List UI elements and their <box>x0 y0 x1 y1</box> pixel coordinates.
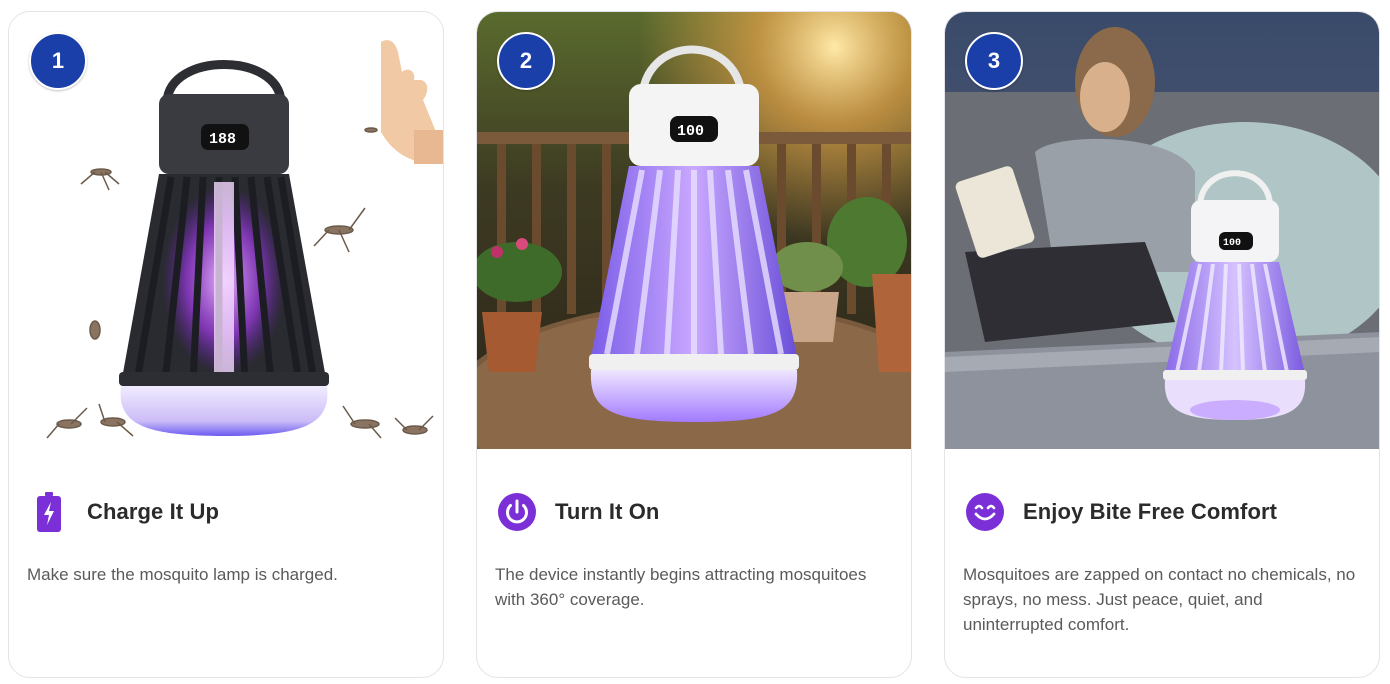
step-title: Charge It Up <box>87 499 219 524</box>
steps-row: 188 1 Charge It Up Make sure the mosquit… <box>0 0 1390 684</box>
step-2-title-row: Turn It On <box>497 490 659 534</box>
lamp-display-readout: 188 <box>209 131 236 148</box>
step-card-1: 188 1 Charge It Up Make sure the mosquit… <box>8 11 444 678</box>
step-description: Make sure the mosquito lamp is charged. <box>27 565 338 584</box>
step-title: Turn It On <box>555 499 660 524</box>
step-description: Mosquitoes are zapped on contact no chem… <box>963 565 1356 634</box>
step-title: Enjoy Bite Free Comfort <box>1023 499 1278 524</box>
power-icon <box>497 490 537 534</box>
step-1-title-row: Charge It Up <box>29 490 219 534</box>
step-description: The device instantly begins attracting m… <box>495 565 867 609</box>
step-number-badge: 2 <box>497 32 555 90</box>
lamp-display-readout: 100 <box>677 123 704 140</box>
step-card-2: 100 2 Turn It On The device instantly be… <box>476 11 912 678</box>
step-number-badge: 1 <box>29 32 87 90</box>
step-3-title-row: Enjoy Bite Free Comfort <box>965 490 1277 534</box>
step-number-badge: 3 <box>965 32 1023 90</box>
battery-charging-icon <box>29 490 69 534</box>
lamp-display-readout: 100 <box>1223 238 1241 249</box>
step-card-3: 100 3 Enjoy Bite Free Comfort Mosquitoes… <box>944 11 1380 678</box>
smile-icon <box>965 490 1005 534</box>
